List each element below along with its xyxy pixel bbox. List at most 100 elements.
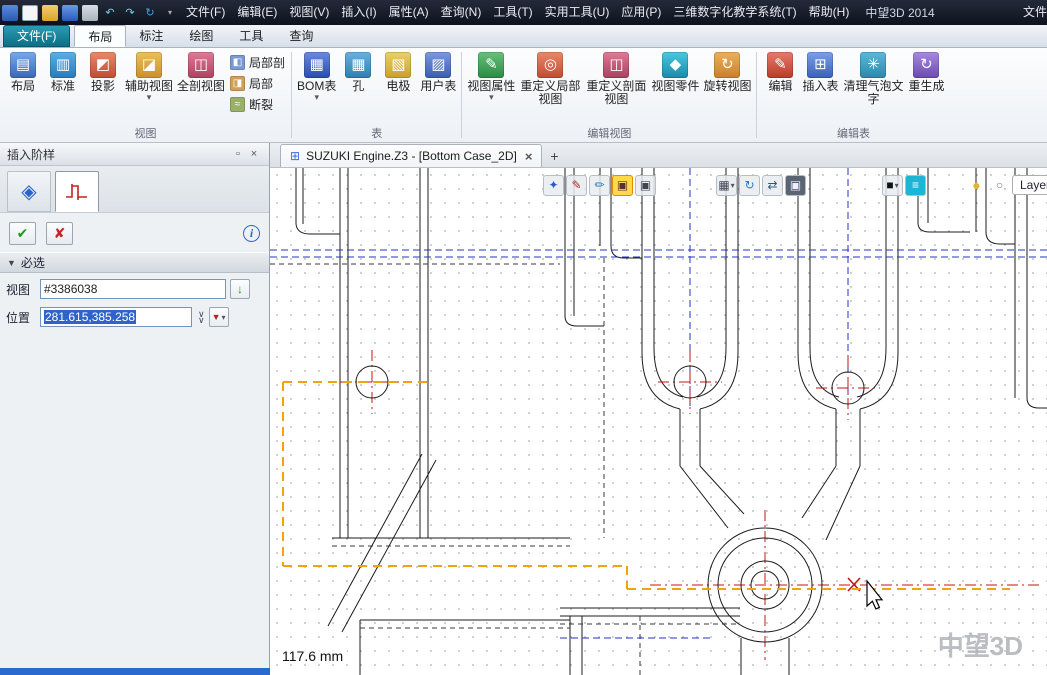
- point-picker-icon: ▼: [212, 312, 221, 322]
- layer-toggle-circle-icon[interactable]: ○: [989, 175, 1010, 196]
- insert-table-button[interactable]: ⊞ 插入表: [800, 49, 840, 96]
- new-document-tab-button[interactable]: +: [542, 144, 566, 167]
- required-section-label: 必选: [21, 254, 45, 271]
- display-window-icon[interactable]: ▣: [635, 175, 656, 196]
- electrode-table-icon: ▧: [385, 52, 411, 78]
- electrode-table-button[interactable]: ▧ 电极: [378, 49, 418, 96]
- fly-through-icon[interactable]: ✦: [543, 175, 564, 196]
- drawing-canvas[interactable]: ✦ ✎ ✏ ▣ ▣ ▦▾ ↻ ⇄ ▣ ■▾ ≡ ● ○ Layer ▾ 117.…: [270, 168, 1047, 675]
- expand-chevrons-icon[interactable]: ∨ ∨: [198, 311, 205, 323]
- menu-view[interactable]: 视图(V): [283, 0, 335, 25]
- part-outline-bell-left: [642, 168, 744, 528]
- scale-indicator: 117.6 mm: [278, 648, 347, 664]
- tab-inquire[interactable]: 查询: [276, 25, 326, 47]
- full-section-icon: ◫: [188, 52, 214, 78]
- menu-tools[interactable]: 工具(T): [487, 0, 538, 25]
- menu-inquire[interactable]: 查询(N): [435, 0, 488, 25]
- refresh-icon[interactable]: ↻: [142, 5, 158, 21]
- view-small-buttons: ◧ 局部剖 ◨ 局部 ≈ 断裂: [227, 49, 288, 115]
- regenerate-table-button[interactable]: ↻ 重生成: [906, 49, 946, 96]
- zoom-fit-icon[interactable]: ⇄: [762, 175, 783, 196]
- cancel-button[interactable]: ✘: [46, 222, 73, 245]
- rotate-view-button[interactable]: ↻ 旋转视图: [701, 49, 753, 96]
- view-boundary[interactable]: [283, 382, 1010, 589]
- bom-caret-icon: ▾: [314, 93, 319, 101]
- panel-collapse-icon[interactable]: ▫: [230, 147, 246, 161]
- redefine-section-view-icon: ◫: [603, 52, 629, 78]
- break-view-button[interactable]: ≈ 断裂: [227, 94, 288, 115]
- panel-tab-general[interactable]: ◈: [7, 171, 51, 212]
- active-tool-icon[interactable]: ▣: [612, 175, 633, 196]
- bom-table-button[interactable]: ▦ BOM表 ▾: [295, 49, 338, 104]
- pick-view-button[interactable]: ↓: [230, 279, 250, 299]
- local-button[interactable]: ◨ 局部: [227, 73, 288, 94]
- required-section-header[interactable]: ▼ 必选: [0, 252, 269, 273]
- tab-annotation[interactable]: 标注: [126, 25, 176, 47]
- redo-icon[interactable]: ↷: [122, 5, 138, 21]
- undo-icon[interactable]: ↶: [102, 5, 118, 21]
- view-field-row: 视图 #3386038 ↓: [0, 273, 269, 301]
- info-button[interactable]: i: [243, 225, 260, 242]
- markup-pencil-icon[interactable]: ✎: [566, 175, 587, 196]
- section-collapse-caret-icon: ▼: [7, 258, 16, 268]
- menu-utilities[interactable]: 实用工具(U): [539, 0, 616, 25]
- panel-tab-section-line[interactable]: [55, 171, 99, 212]
- menu-file[interactable]: 文件(F): [180, 0, 231, 25]
- edit-button[interactable]: ✎ 编辑: [760, 49, 800, 96]
- break-view-icon: ≈: [230, 97, 245, 112]
- document-tab-title: SUZUKI Engine.Z3 - [Bottom Case_2D]: [306, 149, 517, 163]
- layers-icon[interactable]: ≡: [905, 175, 926, 196]
- panel-close-icon[interactable]: ×: [246, 147, 262, 161]
- open-folder-icon[interactable]: [42, 5, 58, 21]
- redefine-local-view-icon: ◎: [537, 52, 563, 78]
- new-file-icon[interactable]: [22, 5, 38, 21]
- view-input[interactable]: #3386038: [40, 279, 226, 299]
- menu-teaching-system[interactable]: 三维数字化教学系统(T): [667, 0, 802, 25]
- status-bar: [0, 668, 270, 675]
- point-picker-button[interactable]: ▼ ▾: [209, 307, 229, 327]
- menu-edit[interactable]: 编辑(E): [231, 0, 283, 25]
- toolbar-options-caret-icon[interactable]: ▾: [162, 5, 178, 21]
- auxiliary-view-button[interactable]: ◪ 辅助视图 ▾: [123, 49, 175, 104]
- redefine-local-view-button[interactable]: ◎ 重定义局部视图: [517, 49, 583, 109]
- ok-button[interactable]: ✔: [9, 222, 36, 245]
- panel-tab-bar: ◈: [0, 166, 269, 213]
- local-section-button[interactable]: ◧ 局部剖: [227, 52, 288, 73]
- menu-help[interactable]: 帮助(H): [803, 0, 856, 25]
- clean-balloon-text-button[interactable]: ✳ 清理气泡文字: [840, 49, 906, 109]
- file-tab-button[interactable]: 文件(F): [3, 25, 70, 47]
- drawing-svg[interactable]: [270, 168, 1047, 675]
- bulb-icon[interactable]: ●: [966, 175, 987, 196]
- tab-drawing[interactable]: 绘图: [176, 25, 226, 47]
- sketch-pencil-icon[interactable]: ✏: [589, 175, 610, 196]
- tab-tools[interactable]: 工具: [226, 25, 276, 47]
- save-icon[interactable]: [62, 5, 78, 21]
- user-table-button[interactable]: ▨ 用户表: [418, 49, 458, 96]
- insert-view-panel: 插入阶样 ▫ × ◈ ✔ ✘ i ▼ 必选 视图 #: [0, 143, 270, 675]
- layer-dropdown[interactable]: Layer ▾: [1012, 175, 1047, 195]
- hole-table-button[interactable]: ▦ 孔: [338, 49, 378, 96]
- print-icon[interactable]: [82, 5, 98, 21]
- document-tab[interactable]: ⊞ SUZUKI Engine.Z3 - [Bottom Case_2D] ×: [280, 144, 542, 167]
- regen-view-icon[interactable]: ↻: [739, 175, 760, 196]
- document-close-icon[interactable]: ×: [525, 149, 533, 164]
- bom-table-icon: ▦: [304, 52, 330, 78]
- menu-applications[interactable]: 应用(P): [615, 0, 667, 25]
- cancel-x-icon: ✘: [54, 225, 66, 242]
- view-part-button[interactable]: ◆ 视图零件: [649, 49, 701, 96]
- window-title: 中望3D 2014: [865, 4, 934, 21]
- ribbon-group-view: ▤ 布局 ▥ 标准 ◩ 投影 ◪ 辅助视图 ▾ ◫ 全剖视图: [0, 48, 291, 142]
- menu-attributes[interactable]: 属性(A): [383, 0, 435, 25]
- position-input[interactable]: 281.615,385.258: [40, 307, 192, 327]
- view-attributes-button[interactable]: ✎ 视图属性 ▾: [465, 49, 517, 104]
- standard-view-button[interactable]: ▥ 标准: [43, 49, 83, 96]
- layout-button[interactable]: ▤ 布局: [3, 49, 43, 96]
- full-section-button[interactable]: ◫ 全剖视图: [175, 49, 227, 96]
- projection-button[interactable]: ◩ 投影: [83, 49, 123, 96]
- tab-layout[interactable]: 布局: [74, 25, 126, 47]
- display-mode-icon[interactable]: ▣: [785, 175, 806, 196]
- menu-insert[interactable]: 插入(I): [335, 0, 382, 25]
- redefine-section-view-button[interactable]: ◫ 重定义剖面视图: [583, 49, 649, 109]
- grid-snap-icon[interactable]: ▦▾: [716, 175, 737, 196]
- color-swatch-icon[interactable]: ■▾: [882, 175, 903, 196]
